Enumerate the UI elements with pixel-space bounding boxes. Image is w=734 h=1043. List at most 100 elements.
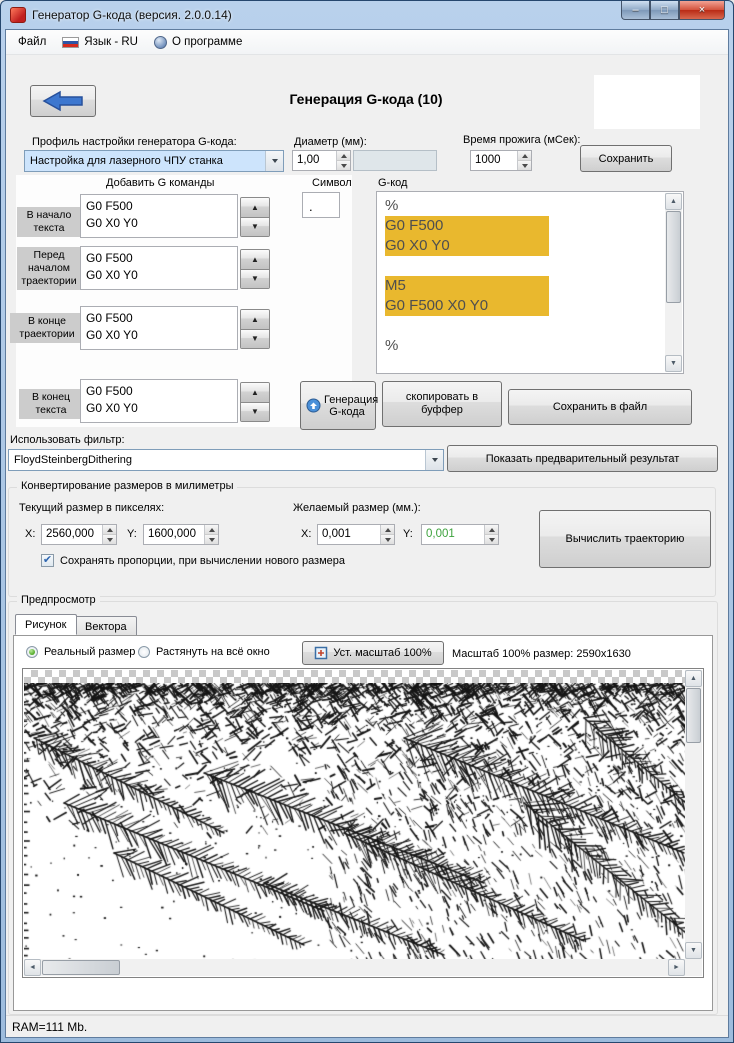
- menu-about[interactable]: О программе: [146, 33, 250, 52]
- diameter-stepper[interactable]: 1,00: [292, 150, 351, 171]
- spinner-down-icon[interactable]: [381, 534, 394, 544]
- spinner-up-icon[interactable]: [103, 525, 116, 534]
- gcommand-input-start-text[interactable]: G0 F500 G0 X0 Y0: [80, 194, 238, 238]
- scroll-down-icon[interactable]: ▼: [665, 355, 682, 372]
- gcommand-input-end-text[interactable]: G0 F500 G0 X0 Y0: [80, 379, 238, 423]
- spinner-buttons[interactable]: [517, 151, 531, 170]
- diameter-value: 1,00: [297, 154, 320, 166]
- desired-x-stepper[interactable]: 0,001: [317, 524, 395, 545]
- y-label: Y:: [403, 528, 413, 540]
- spinner-down-icon[interactable]: [337, 160, 350, 170]
- desired-y-value: 0,001: [426, 528, 455, 540]
- close-button[interactable]: ×: [679, 1, 725, 20]
- spinner-buttons[interactable]: [204, 525, 218, 544]
- convert-group-title: Конвертирование размеров в милиметры: [17, 480, 238, 492]
- gcode-line: G0 F500 X0 Y0: [377, 296, 665, 316]
- spinner-down-icon[interactable]: ▼: [241, 401, 269, 421]
- gcommand-input-before-path[interactable]: G0 F500 G0 X0 Y0: [80, 246, 238, 290]
- current-x-stepper[interactable]: 2560,000: [41, 524, 117, 545]
- scroll-up-icon[interactable]: ▲: [685, 670, 702, 687]
- row-label-end-path: В конце траектории: [10, 313, 84, 343]
- desired-y-stepper[interactable]: 0,001: [421, 524, 499, 545]
- current-y-value: 1600,000: [148, 528, 196, 540]
- spinner-buttons[interactable]: [102, 525, 116, 544]
- symbol-header: Символ: [312, 177, 352, 189]
- menu-file[interactable]: Файл: [10, 33, 54, 51]
- gcode-line: G0 X0 Y0: [377, 236, 665, 256]
- profile-label: Профиль настройки генератора G-кода:: [32, 136, 237, 148]
- spinner-up-icon[interactable]: [205, 525, 218, 534]
- spinner-up-icon[interactable]: [485, 525, 498, 534]
- copy-to-clipboard-button[interactable]: скопировать в буффер: [382, 381, 502, 427]
- desired-size-label: Желаемый размер (мм.):: [293, 502, 421, 514]
- keep-proportions-checkbox[interactable]: ✔ Сохранять пропорции, при вычислении но…: [41, 554, 345, 567]
- image-preview-frame: ▲ ▼ ◄ ►: [22, 668, 704, 978]
- symbol-input[interactable]: .: [302, 192, 340, 218]
- spinner-buttons[interactable]: [484, 525, 498, 544]
- scroll-up-icon[interactable]: ▲: [665, 193, 682, 210]
- profile-combobox[interactable]: Настройка для лазерного ЧПУ станка: [24, 150, 284, 172]
- spinner-buttons[interactable]: [380, 525, 394, 544]
- checkbox-check-icon[interactable]: ✔: [41, 554, 54, 567]
- gcommand-input-end-path[interactable]: G0 F500 G0 X0 Y0: [80, 306, 238, 350]
- spinner-down-icon[interactable]: ▼: [241, 268, 269, 288]
- spinner-up-icon[interactable]: [381, 525, 394, 534]
- filter-combobox-value: FloydSteinbergDithering: [14, 454, 133, 466]
- chevron-down-icon: [271, 159, 278, 163]
- client-area: Файл Язык - RU О программе Генерация G-к…: [5, 29, 729, 1038]
- gcommand-spinner[interactable]: ▲ ▼: [240, 197, 270, 237]
- radio-selected-icon: [26, 646, 38, 658]
- spinner-up-icon[interactable]: [518, 151, 531, 160]
- spinner-down-icon[interactable]: ▼: [241, 328, 269, 348]
- scrollbar-thumb[interactable]: [42, 960, 120, 975]
- spinner-down-icon[interactable]: [103, 534, 116, 544]
- spinner-down-icon[interactable]: [518, 160, 531, 170]
- show-preview-result-button[interactable]: Показать предварительный результат: [447, 445, 718, 472]
- filter-combobox[interactable]: FloydSteinbergDithering: [8, 449, 444, 471]
- scroll-right-icon[interactable]: ►: [668, 959, 685, 976]
- spinner-down-icon[interactable]: [205, 534, 218, 544]
- gcode-scrollbar[interactable]: ▲ ▼: [665, 193, 682, 372]
- gcommand-spinner[interactable]: ▲ ▼: [240, 382, 270, 422]
- preview-horizontal-scrollbar[interactable]: ◄ ►: [24, 959, 685, 976]
- calculate-path-button[interactable]: Вычислить траекторию: [539, 510, 711, 568]
- save-to-file-button[interactable]: Сохранить в файл: [508, 389, 692, 425]
- tab-picture[interactable]: Рисунок: [15, 614, 77, 635]
- dropdown-button[interactable]: [425, 450, 443, 470]
- spinner-up-icon[interactable]: ▲: [241, 383, 269, 402]
- radio-real-size[interactable]: Реальный размер: [26, 646, 135, 658]
- current-y-stepper[interactable]: 1600,000: [143, 524, 219, 545]
- gcode-line: M5: [377, 276, 665, 296]
- title-bar[interactable]: Генератор G-кода (версия. 2.0.0.14) – □ …: [1, 1, 733, 29]
- minimize-button[interactable]: –: [621, 1, 650, 20]
- radio-stretch-window[interactable]: Растянуть на всё окно: [138, 646, 270, 658]
- generate-gcode-button[interactable]: Генерация G-кода: [300, 381, 378, 430]
- scroll-down-icon[interactable]: ▼: [685, 942, 702, 959]
- menu-language[interactable]: Язык - RU: [54, 33, 146, 51]
- dropdown-button[interactable]: [265, 151, 283, 171]
- spinner-down-icon[interactable]: [485, 534, 498, 544]
- spinner-down-icon[interactable]: ▼: [241, 216, 269, 236]
- gcode-lines: % G0 F500 G0 X0 Y0 M5 G0 F500 X0 Y0 %: [377, 196, 665, 373]
- back-button[interactable]: [30, 85, 96, 117]
- spinner-up-icon[interactable]: [337, 151, 350, 160]
- scroll-left-icon[interactable]: ◄: [24, 959, 41, 976]
- spinner-buttons[interactable]: [336, 151, 350, 170]
- spinner-up-icon[interactable]: ▲: [241, 250, 269, 269]
- scrollbar-thumb[interactable]: [686, 688, 701, 743]
- set-scale-button[interactable]: Уст. масштаб 100%: [302, 641, 444, 665]
- page-title: Генерация G-кода (10): [289, 91, 443, 107]
- gcommand-spinner[interactable]: ▲ ▼: [240, 309, 270, 349]
- spinner-up-icon[interactable]: ▲: [241, 198, 269, 217]
- row-label-start-text: В начало текста: [17, 207, 81, 237]
- maximize-button[interactable]: □: [650, 1, 679, 20]
- tab-vectors[interactable]: Вектора: [75, 616, 137, 637]
- burn-time-stepper[interactable]: 1000: [470, 150, 532, 171]
- spinner-up-icon[interactable]: ▲: [241, 310, 269, 329]
- scrollbar-thumb[interactable]: [666, 211, 681, 303]
- current-size-label: Текущий размер в пикселях:: [19, 502, 165, 514]
- save-profile-button[interactable]: Сохранить: [580, 145, 672, 172]
- preview-vertical-scrollbar[interactable]: ▲ ▼: [685, 670, 702, 959]
- gcode-output[interactable]: % G0 F500 G0 X0 Y0 M5 G0 F500 X0 Y0 % ▲ …: [376, 191, 684, 374]
- gcommand-spinner[interactable]: ▲ ▼: [240, 249, 270, 289]
